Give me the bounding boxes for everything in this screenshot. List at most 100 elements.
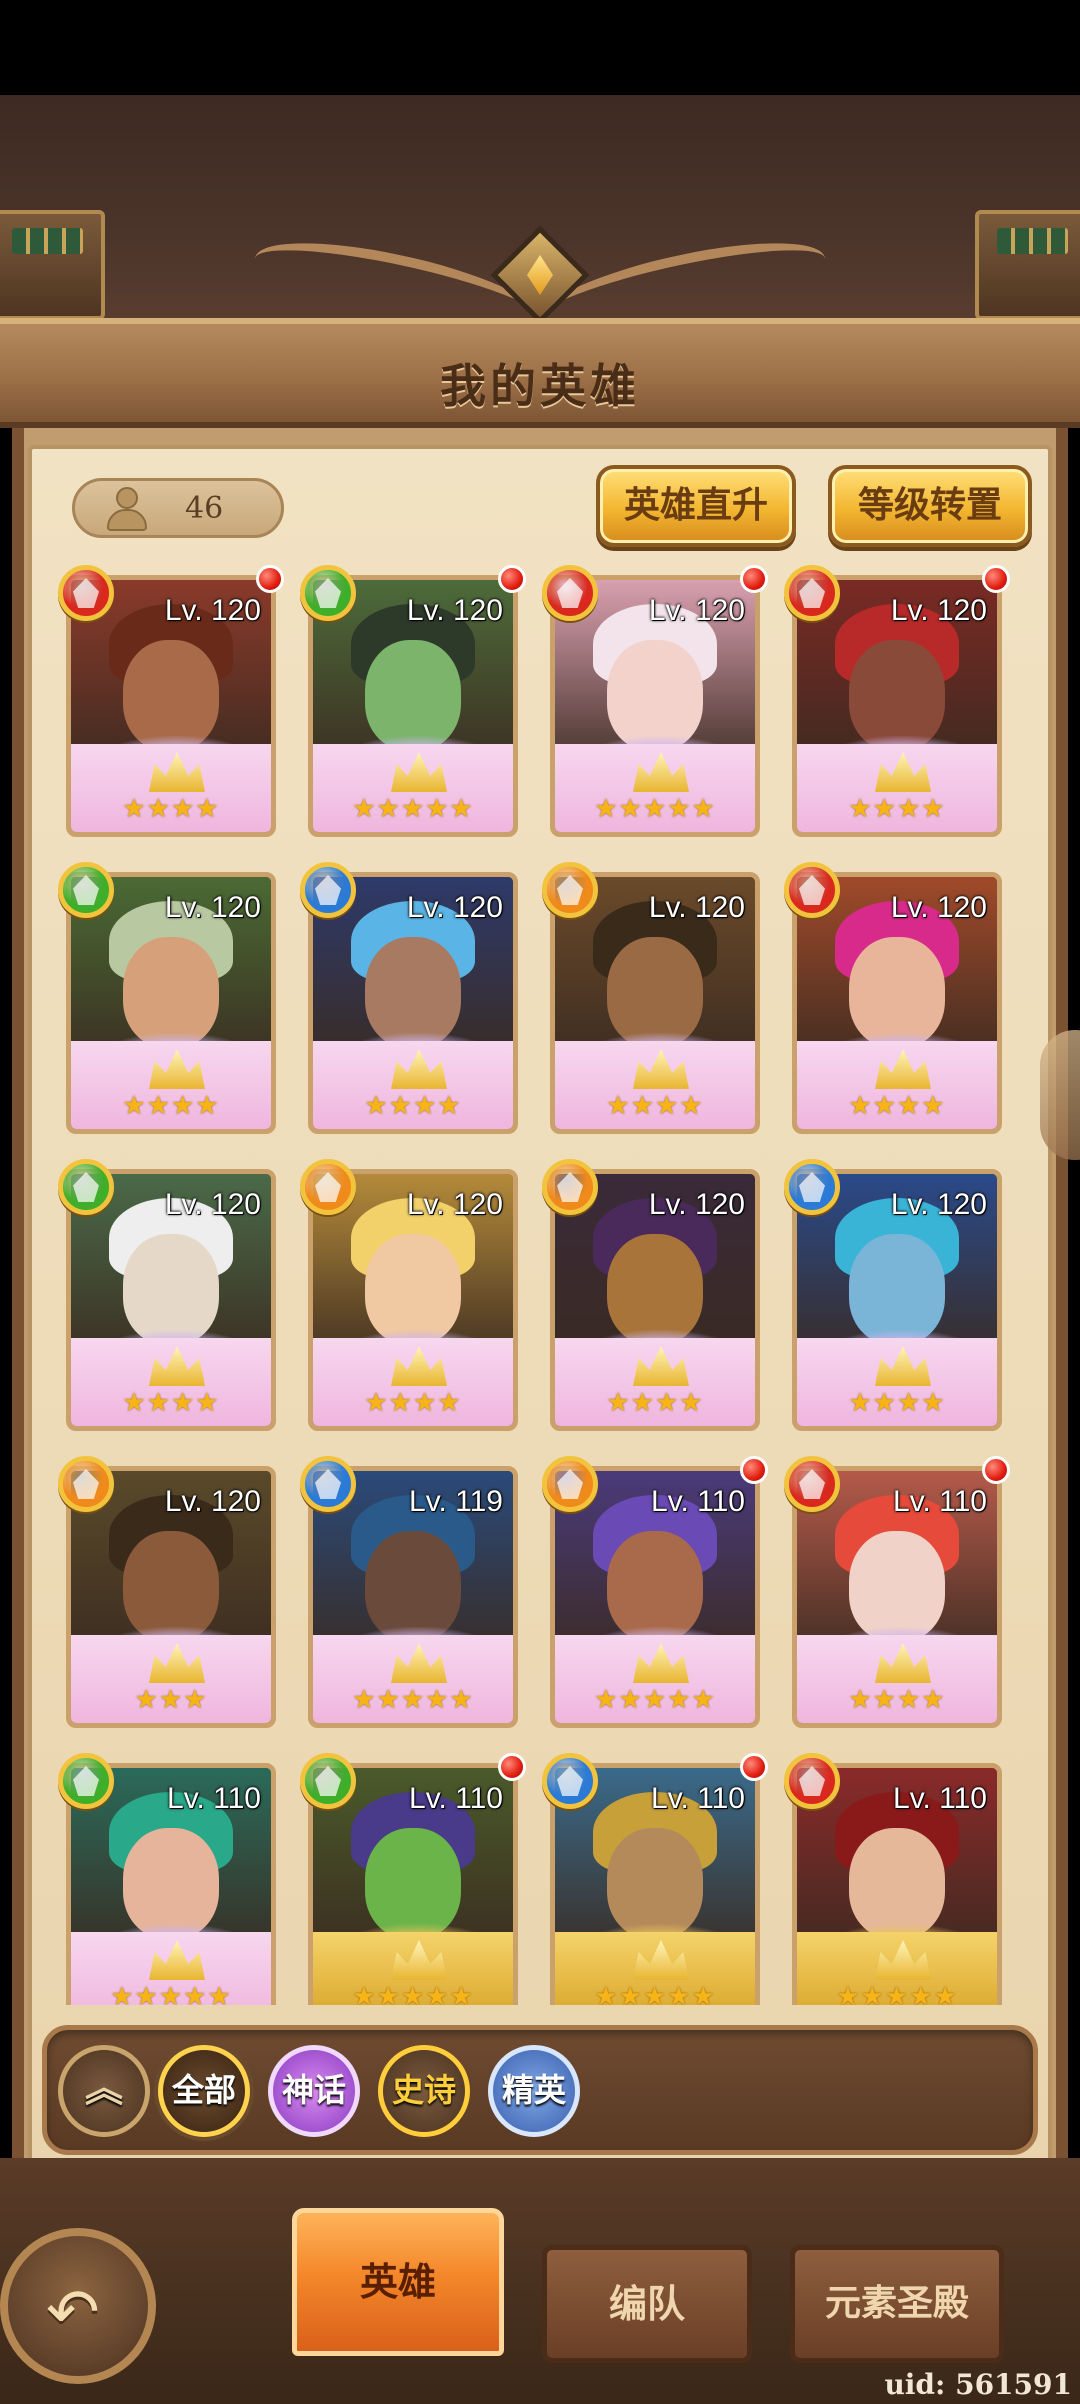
notification-dot-icon [982, 1456, 1010, 1484]
filter-epic-button[interactable]: 史诗 [378, 2045, 470, 2137]
hero-card[interactable]: ★★★★★ Lv. 110 [300, 1753, 526, 2005]
tab-heroes[interactable]: 英雄 [292, 2208, 504, 2356]
wind-element-icon [300, 565, 356, 621]
person-icon [105, 487, 149, 533]
notification-dot-icon [982, 565, 1010, 593]
hero-level: Lv. 120 [406, 891, 503, 924]
hero-level: Lv. 120 [406, 594, 503, 627]
wind-element-icon [300, 1753, 356, 1809]
light-element-icon [300, 1159, 356, 1215]
hero-stars: ★★★★ [848, 1091, 946, 1121]
hero-stars: ★★★★★ [110, 1982, 232, 2005]
hero-card[interactable]: ★★★★ Lv. 120 [542, 862, 764, 1138]
hero-stars: ★★★ [134, 1685, 208, 1715]
hero-level: Lv. 110 [893, 1485, 987, 1518]
level-transfer-button[interactable]: 等级转置 [828, 465, 1032, 547]
hero-card[interactable]: ★★★★★ Lv. 110 [542, 1753, 768, 2005]
hero-level: Lv. 120 [648, 891, 745, 924]
hero-level: Lv. 110 [409, 1782, 503, 1815]
hero-stars: ★★★★★ [594, 794, 716, 824]
hero-card[interactable]: ★★★★ Lv. 120 [58, 565, 284, 841]
hero-card[interactable]: ★★★★ Lv. 120 [542, 1159, 764, 1435]
hero-level: Lv. 120 [164, 1188, 261, 1221]
water-element-icon [300, 1456, 356, 1512]
side-scroll-arrow[interactable] [1040, 1030, 1080, 1160]
hero-card[interactable]: ★★★★ Lv. 120 [784, 862, 1006, 1138]
hero-level: Lv. 120 [648, 1188, 745, 1221]
hero-count: 46 [185, 491, 224, 526]
hero-card[interactable]: ★★★★ Lv. 110 [784, 1456, 1010, 1732]
hero-card[interactable]: ★★★★★ Lv. 119 [300, 1456, 522, 1732]
light-element-icon [542, 1159, 598, 1215]
hero-card[interactable]: ★★★★★ Lv. 110 [542, 1456, 768, 1732]
hero-stars: ★★★★★ [352, 1685, 474, 1715]
page-title: 我的英雄 [440, 359, 640, 413]
fire-element-icon [784, 862, 840, 918]
hero-grid: ★★★★ Lv. 120 ★★★★★ Lv. 120 ★★★★★ Lv. 120 ★★★★ L… [58, 565, 1028, 2005]
hero-card[interactable]: ★★★★ Lv. 120 [784, 565, 1010, 841]
light-element-icon [542, 1456, 598, 1512]
tab-formation[interactable]: 编队 [542, 2245, 752, 2363]
hero-level: Lv. 110 [167, 1782, 261, 1815]
hero-card[interactable]: ★★★★ Lv. 120 [784, 1159, 1006, 1435]
fire-element-icon [58, 565, 114, 621]
hero-level: Lv. 110 [893, 1782, 987, 1815]
hero-level: Lv. 119 [409, 1485, 503, 1518]
hero-stars: ★★★★ [122, 1091, 220, 1121]
hero-stars: ★★★★ [364, 1091, 462, 1121]
user-id: uid: 561591 [884, 2368, 1072, 2401]
fire-element-icon [542, 565, 598, 621]
hero-level: Lv. 110 [651, 1485, 745, 1518]
filter-mythic-button[interactable]: 神话 [268, 2045, 360, 2137]
back-arrow-icon: ↶ [46, 2276, 100, 2350]
hero-stars: ★★★★ [122, 1388, 220, 1418]
hero-stars: ★★★★★ [594, 1685, 716, 1715]
hero-card[interactable]: ★★★★ Lv. 120 [300, 1159, 522, 1435]
hero-card[interactable]: ★★★★ Lv. 120 [300, 862, 522, 1138]
hero-level: Lv. 120 [890, 891, 987, 924]
filter-all-button[interactable]: 全部 [158, 2045, 250, 2137]
hero-card[interactable]: ★★★★★ Lv. 120 [300, 565, 526, 841]
hero-level: Lv. 120 [890, 594, 987, 627]
hero-stars: ★★★★★ [836, 1982, 958, 2005]
hero-stars: ★★★★ [606, 1388, 704, 1418]
hero-level: Lv. 120 [164, 594, 261, 627]
hero-card[interactable]: ★★★★★ Lv. 110 [784, 1753, 1006, 2005]
wind-element-icon [58, 862, 114, 918]
light-element-icon [58, 1456, 114, 1512]
back-button[interactable]: ↶ [0, 2228, 156, 2384]
fire-element-icon [784, 565, 840, 621]
filter-elite-button[interactable]: 精英 [488, 2045, 580, 2137]
hero-level: Lv. 120 [164, 1485, 261, 1518]
water-element-icon [542, 1753, 598, 1809]
hero-stars: ★★★★ [848, 1685, 946, 1715]
double-chevron-up-icon[interactable]: ︽ [58, 2045, 150, 2137]
light-element-icon [542, 862, 598, 918]
hero-level: Lv. 120 [406, 1188, 503, 1221]
notification-dot-icon [740, 1456, 768, 1484]
hero-card[interactable]: ★★★★★ Lv. 120 [542, 565, 768, 841]
hero-level: Lv. 120 [890, 1188, 987, 1221]
notification-dot-icon [498, 565, 526, 593]
hero-card[interactable]: ★★★★ Lv. 120 [58, 1159, 280, 1435]
status-bar [0, 0, 1080, 95]
hero-level: Lv. 120 [164, 891, 261, 924]
hero-stars: ★★★★ [364, 1388, 462, 1418]
notification-dot-icon [740, 565, 768, 593]
hero-card[interactable]: ★★★ Lv. 120 [58, 1456, 280, 1732]
right-pillar-decoration [975, 210, 1080, 320]
notification-dot-icon [256, 565, 284, 593]
left-pillar-decoration [0, 210, 105, 320]
wind-element-icon [58, 1753, 114, 1809]
hero-card[interactable]: ★★★★ Lv. 120 [58, 862, 280, 1138]
water-element-icon [300, 862, 356, 918]
hero-level: Lv. 120 [648, 594, 745, 627]
hero-card[interactable]: ★★★★★ Lv. 110 [58, 1753, 280, 2005]
hero-stars: ★★★★ [848, 1388, 946, 1418]
hero-stars: ★★★★★ [352, 1982, 474, 2005]
hero-level-up-button[interactable]: 英雄直升 [596, 465, 796, 547]
hero-stars: ★★★★★ [352, 794, 474, 824]
hero-stars: ★★★★ [848, 794, 946, 824]
tab-elemental-temple[interactable]: 元素圣殿 [790, 2245, 1004, 2363]
hero-level: Lv. 110 [651, 1782, 745, 1815]
